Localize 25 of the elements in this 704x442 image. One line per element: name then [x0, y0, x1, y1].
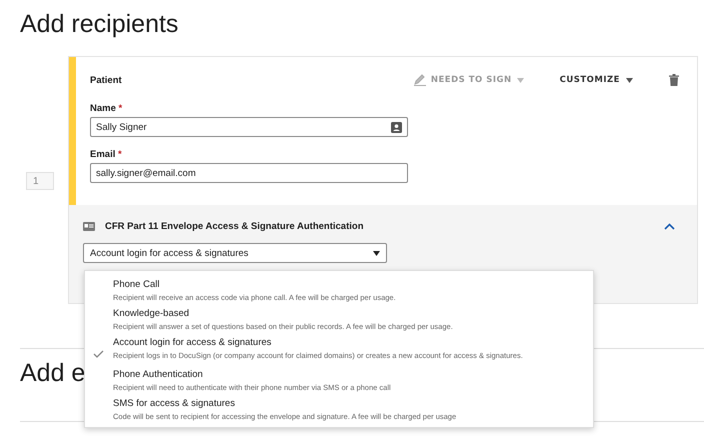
- section-title: Add e: [20, 359, 86, 388]
- caret-icon: [516, 78, 524, 82]
- caret-icon: [626, 78, 633, 82]
- check-icon: [93, 350, 104, 358]
- option-label: Account login for access & signatures: [113, 337, 272, 348]
- field-label: Email *: [90, 149, 123, 160]
- field-label: Name *: [90, 103, 124, 114]
- text-field[interactable]: Sally Signer: [90, 117, 408, 137]
- authentication-select[interactable]: Account login for access & signatures: [83, 243, 387, 263]
- text-field[interactable]: sally.signer@email.com: [90, 163, 408, 183]
- chevron-icon[interactable]: [664, 223, 675, 230]
- option-label: Phone Authentication: [113, 369, 204, 380]
- contact-card-icon[interactable]: [391, 122, 402, 132]
- pen-icon: [414, 74, 426, 86]
- page-title: Add recipients: [19, 9, 180, 40]
- customize-dropdown[interactable]: CUSTOMIZE: [560, 75, 633, 85]
- option-label: Phone Call: [113, 279, 160, 290]
- caret-icon: [373, 250, 380, 256]
- recipient-role: Patient: [90, 74, 123, 86]
- recipient-number: 1: [26, 172, 54, 190]
- option-label: Knowledge-based: [113, 308, 190, 319]
- trash-icon[interactable]: [669, 74, 679, 86]
- id-card-icon: [83, 222, 95, 231]
- option-label: SMS for access & signatures: [113, 398, 236, 409]
- authentication-title: CFR Part 11 Envelope Access & Signature Authentication: [105, 221, 364, 232]
